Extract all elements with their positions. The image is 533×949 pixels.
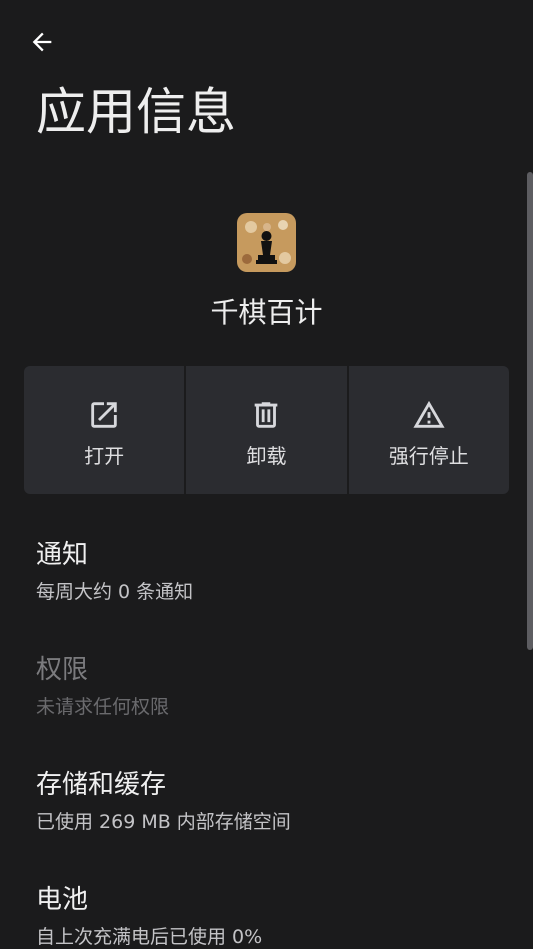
settings-item-title: 存储和缓存	[36, 770, 167, 800]
app-name: 千棋百计	[210, 296, 323, 329]
open-in-new-icon	[91, 401, 117, 428]
app-icon	[237, 213, 296, 272]
settings-item-notifications[interactable]: 通知 每周大约 0 条通知	[36, 534, 193, 604]
settings-item-subtitle: 自上次充满电后已使用 0%	[36, 926, 263, 948]
open-label: 打开	[84, 443, 125, 468]
back-button[interactable]	[24, 24, 60, 60]
scrollbar[interactable]	[527, 172, 533, 650]
settings-item-subtitle: 未请求任何权限	[36, 696, 170, 718]
settings-item-storage[interactable]: 存储和缓存 已使用 269 MB 内部存储空间	[36, 764, 291, 834]
force-stop-label: 强行停止	[388, 443, 469, 468]
settings-item-title: 通知	[36, 540, 89, 570]
uninstall-button[interactable]: 卸载	[186, 366, 347, 494]
settings-item-subtitle: 已使用 269 MB 内部存储空间	[36, 811, 291, 833]
settings-item-subtitle: 每周大约 0 条通知	[36, 581, 194, 603]
action-bar: 打开 卸载 强行停止	[24, 366, 509, 494]
settings-item-title: 电池	[36, 885, 89, 915]
settings-item-title: 权限	[36, 655, 89, 685]
arrow-back-icon	[32, 32, 52, 52]
uninstall-label: 卸载	[246, 443, 287, 468]
settings-item-permissions[interactable]: 权限 未请求任何权限	[36, 649, 169, 719]
trash-icon	[255, 401, 278, 428]
warning-icon	[413, 400, 445, 428]
open-button[interactable]: 打开	[24, 366, 185, 494]
force-stop-button[interactable]: 强行停止	[348, 366, 509, 494]
page-title: 应用信息	[36, 83, 236, 141]
settings-item-battery[interactable]: 电池 自上次充满电后已使用 0%	[36, 879, 262, 949]
